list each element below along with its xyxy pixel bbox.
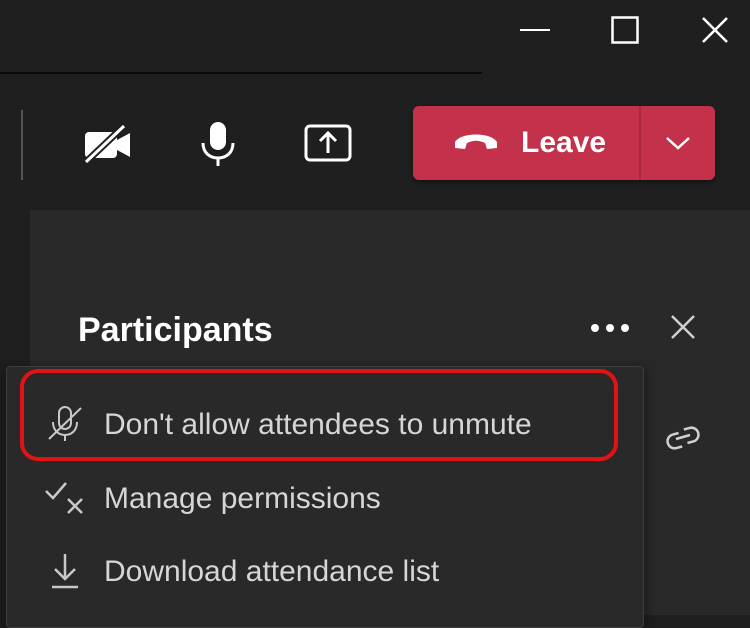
share-screen-icon	[304, 124, 352, 162]
menu-item-label: Manage permissions	[104, 482, 381, 515]
title-bar	[0, 0, 750, 72]
menu-item-manage-permissions[interactable]: Manage permissions	[7, 462, 643, 534]
microphone-icon	[201, 122, 235, 166]
menu-item-dont-allow-unmute[interactable]: Don't allow attendees to unmute	[7, 388, 643, 460]
share-invite-link-button[interactable]	[662, 420, 704, 456]
mic-off-icon	[43, 406, 87, 442]
toolbar-separator	[21, 110, 23, 180]
menu-item-download-attendance[interactable]: Download attendance list	[7, 535, 643, 607]
participants-options-menu: Don't allow attendees to unmute Manage p…	[6, 366, 644, 628]
download-icon	[43, 553, 87, 589]
maximize-button[interactable]	[580, 0, 670, 60]
maximize-icon	[611, 16, 639, 44]
more-options-button[interactable]	[582, 308, 638, 348]
chevron-down-icon	[666, 137, 690, 150]
check-x-icon	[43, 480, 87, 516]
microphone-toggle-button[interactable]	[176, 102, 260, 186]
leave-button[interactable]: Leave	[413, 106, 639, 180]
menu-item-label: Don't allow attendees to unmute	[104, 408, 532, 441]
leave-options-button[interactable]	[641, 106, 715, 180]
more-options-icon	[591, 324, 629, 332]
minimize-icon	[520, 29, 550, 31]
leave-button-group: Leave	[413, 106, 715, 180]
pane-title: Participants	[78, 311, 273, 349]
menu-item-label: Download attendance list	[104, 555, 440, 588]
minimize-button[interactable]	[490, 0, 580, 60]
close-pane-button[interactable]	[660, 304, 706, 350]
window-close-button[interactable]	[670, 0, 750, 60]
phone-hangup-icon	[455, 134, 497, 149]
close-icon	[702, 17, 728, 43]
share-screen-button[interactable]	[286, 102, 370, 186]
link-icon	[666, 426, 700, 450]
close-icon	[671, 315, 695, 339]
camera-toggle-button[interactable]	[66, 102, 150, 186]
leave-label: Leave	[521, 126, 607, 159]
camera-off-icon	[83, 124, 130, 164]
